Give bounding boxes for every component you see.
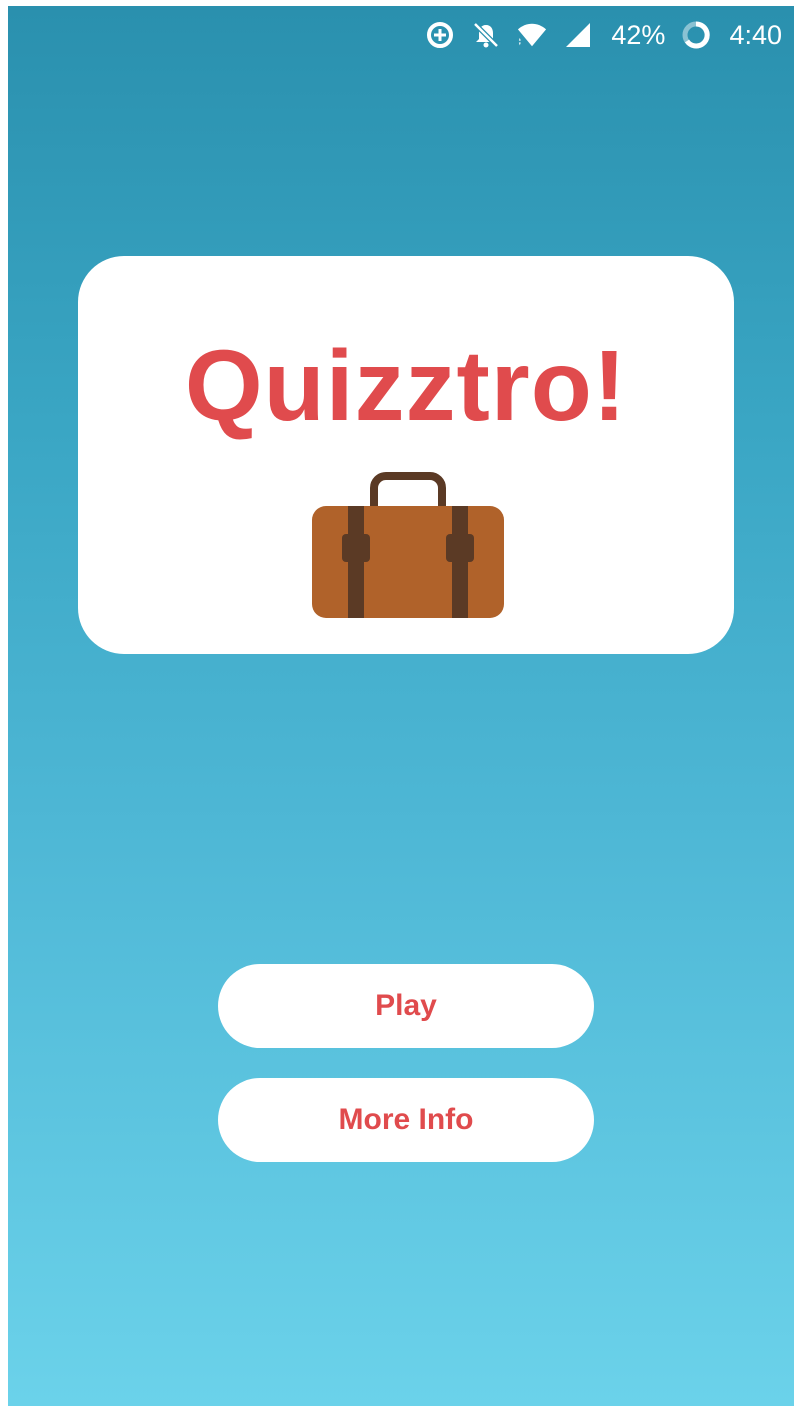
play-button[interactable]: Play — [218, 964, 594, 1048]
title-card: Quizztro! — [78, 256, 734, 654]
wifi-icon — [517, 20, 547, 50]
app-screen: 42% 4:40 Quizztro! Play More Info — [8, 6, 794, 1406]
cell-signal-icon — [563, 20, 593, 50]
notifications-off-icon — [471, 20, 501, 50]
suitcase-icon — [312, 472, 504, 618]
data-saver-icon — [425, 20, 455, 50]
status-bar: 42% 4:40 — [8, 6, 794, 64]
battery-icon — [681, 20, 711, 50]
clock: 4:40 — [729, 19, 782, 50]
battery-percent: 42% — [611, 19, 666, 50]
more-info-button[interactable]: More Info — [218, 1078, 594, 1162]
app-title: Quizztro! — [184, 330, 628, 442]
